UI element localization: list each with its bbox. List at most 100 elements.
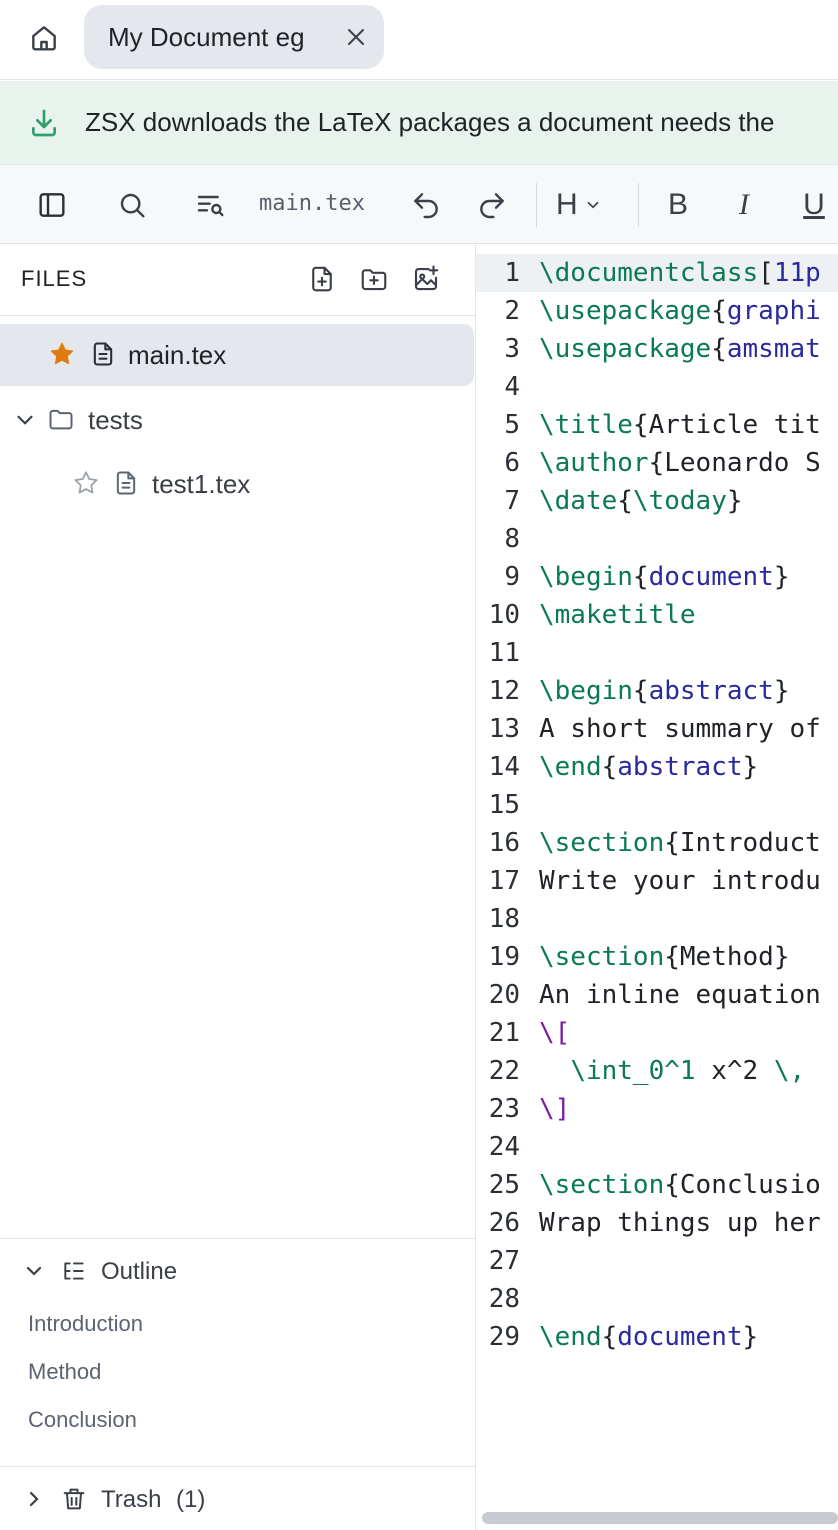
code-token: \section xyxy=(539,1170,665,1200)
code-token: abstract xyxy=(617,752,743,782)
code-line[interactable]: 12 \begin{abstract} xyxy=(476,672,838,710)
outline-title: Outline xyxy=(101,1258,178,1285)
toggle-sidebar-button[interactable] xyxy=(32,185,72,225)
code-line[interactable]: 13 A short summary of xyxy=(476,710,838,748)
chevron-down-icon[interactable] xyxy=(12,407,38,433)
outline-item-method[interactable]: Method xyxy=(28,1359,101,1385)
folder-item-tests[interactable]: tests xyxy=(0,389,474,451)
outline-item-introduction[interactable]: Introduction xyxy=(28,1311,143,1337)
find-replace-button[interactable] xyxy=(191,185,231,225)
home-button[interactable] xyxy=(26,20,62,56)
code-line[interactable]: 21 \[ xyxy=(476,1014,838,1052)
code-token: amsmat xyxy=(726,334,821,364)
tab-document[interactable]: My Document eg xyxy=(84,5,384,69)
undo-button[interactable] xyxy=(406,185,446,225)
code-token: \title xyxy=(539,410,633,440)
line-number: 16 xyxy=(488,828,520,858)
code-line[interactable]: 27 xyxy=(476,1242,838,1280)
code-token: 11p xyxy=(773,258,821,288)
code-token: { xyxy=(601,1322,618,1352)
code-line[interactable]: 17 Write your introdu xyxy=(476,862,838,900)
new-folder-button[interactable] xyxy=(357,262,391,296)
code-line[interactable]: 18 xyxy=(476,900,838,938)
code-editor[interactable]: 29 \end{document} 28 27 26 Wrap things up her… xyxy=(476,244,838,1530)
code-token: Article tit xyxy=(648,410,821,440)
code-token: Conclusio xyxy=(679,1170,821,1200)
redo-icon xyxy=(480,193,504,219)
code-line[interactable]: 19 \section{Method} xyxy=(476,938,838,976)
line-number: 13 xyxy=(488,714,520,744)
italic-button[interactable]: I xyxy=(724,185,764,225)
code-line[interactable]: 15 xyxy=(476,786,838,824)
code-line[interactable]: 10 \maketitle xyxy=(476,596,838,634)
tab-title: My Document eg xyxy=(108,21,305,52)
code-token: } xyxy=(773,676,790,706)
code-line[interactable]: 20 An inline equation xyxy=(476,976,838,1014)
chevron-right-icon[interactable] xyxy=(22,1487,46,1511)
code-line[interactable]: 29 \end{document} xyxy=(476,1318,838,1356)
code-line[interactable]: 9 \begin{document} xyxy=(476,558,838,596)
code-token: Introduct xyxy=(679,828,821,858)
star-filled-icon[interactable] xyxy=(48,340,76,368)
file-label: main.tex xyxy=(128,340,227,370)
code-token: { xyxy=(711,334,727,364)
add-image-button[interactable] xyxy=(409,262,443,296)
line-number: 12 xyxy=(488,676,520,706)
line-number: 19 xyxy=(488,942,520,972)
code-line[interactable]: 24 xyxy=(476,1128,838,1166)
underline-button[interactable]: U xyxy=(794,185,834,225)
file-item-test1-tex[interactable]: test1.tex xyxy=(0,453,474,515)
search-button[interactable] xyxy=(112,185,152,225)
code-token: { xyxy=(632,562,649,592)
line-code: \begin{abstract} xyxy=(539,672,789,710)
new-file-button[interactable] xyxy=(305,262,339,296)
code-line[interactable]: 7 \date{\today} xyxy=(476,482,838,520)
code-line[interactable]: 11 xyxy=(476,634,838,672)
files-header: FILES xyxy=(0,244,475,316)
code-line[interactable]: 3 \usepackage{amsmat xyxy=(476,330,838,368)
line-number: 23 xyxy=(488,1094,520,1124)
trash-section[interactable]: Trash (1) xyxy=(0,1466,475,1530)
redo-button[interactable] xyxy=(472,185,512,225)
code-line[interactable]: 5 \title{Article tit xyxy=(476,406,838,444)
line-code: \section{Method} xyxy=(539,938,789,976)
outline-item-conclusion[interactable]: Conclusion xyxy=(28,1407,137,1433)
file-item-main-tex[interactable]: main.tex xyxy=(0,324,474,386)
code-token: \author xyxy=(539,448,649,478)
code-line[interactable]: 16 \section{Introduct xyxy=(476,824,838,862)
code-token: Method xyxy=(679,942,774,972)
outline-header[interactable]: Outline xyxy=(0,1239,475,1303)
bold-button[interactable]: B xyxy=(658,185,698,225)
outline-icon xyxy=(64,1262,84,1280)
search-icon xyxy=(120,193,145,218)
code-line[interactable]: 6 \author{Leonardo S xyxy=(476,444,838,482)
code-line[interactable]: 22 \int_0^1 x^2 \, xyxy=(476,1052,838,1090)
close-icon[interactable] xyxy=(344,25,368,49)
code-token: { xyxy=(664,828,680,858)
code-line[interactable]: 28 xyxy=(476,1280,838,1318)
code-line[interactable]: 25 \section{Conclusio xyxy=(476,1166,838,1204)
horizontal-scrollbar[interactable] xyxy=(482,1512,838,1524)
code-token: \, xyxy=(773,1056,806,1086)
line-number: 14 xyxy=(488,752,520,782)
code-line[interactable]: 4 xyxy=(476,368,838,406)
chevron-down-icon[interactable] xyxy=(22,1259,46,1283)
code-line[interactable]: 26 Wrap things up her xyxy=(476,1204,838,1242)
code-line[interactable]: 8 xyxy=(476,520,838,558)
heading-dropdown[interactable]: H xyxy=(556,185,616,225)
line-number: 27 xyxy=(488,1246,520,1276)
code-token: An inline equation xyxy=(539,980,821,1010)
line-code: \begin{document} xyxy=(539,558,789,596)
line-number: 15 xyxy=(488,790,520,820)
toolbar-file-name: main.tex xyxy=(259,191,365,216)
find-replace-icon xyxy=(197,195,224,217)
star-outline-icon[interactable] xyxy=(72,469,100,497)
underline-label: U xyxy=(803,188,825,221)
code-line[interactable]: 23 \] xyxy=(476,1090,838,1128)
code-line[interactable]: 1 \documentclass[11p xyxy=(476,254,838,292)
code-token: \date xyxy=(539,486,618,516)
code-line[interactable]: 14 \end{abstract} xyxy=(476,748,838,786)
code-line[interactable]: 2 \usepackage{graphi xyxy=(476,292,838,330)
code-token: } xyxy=(742,752,759,782)
